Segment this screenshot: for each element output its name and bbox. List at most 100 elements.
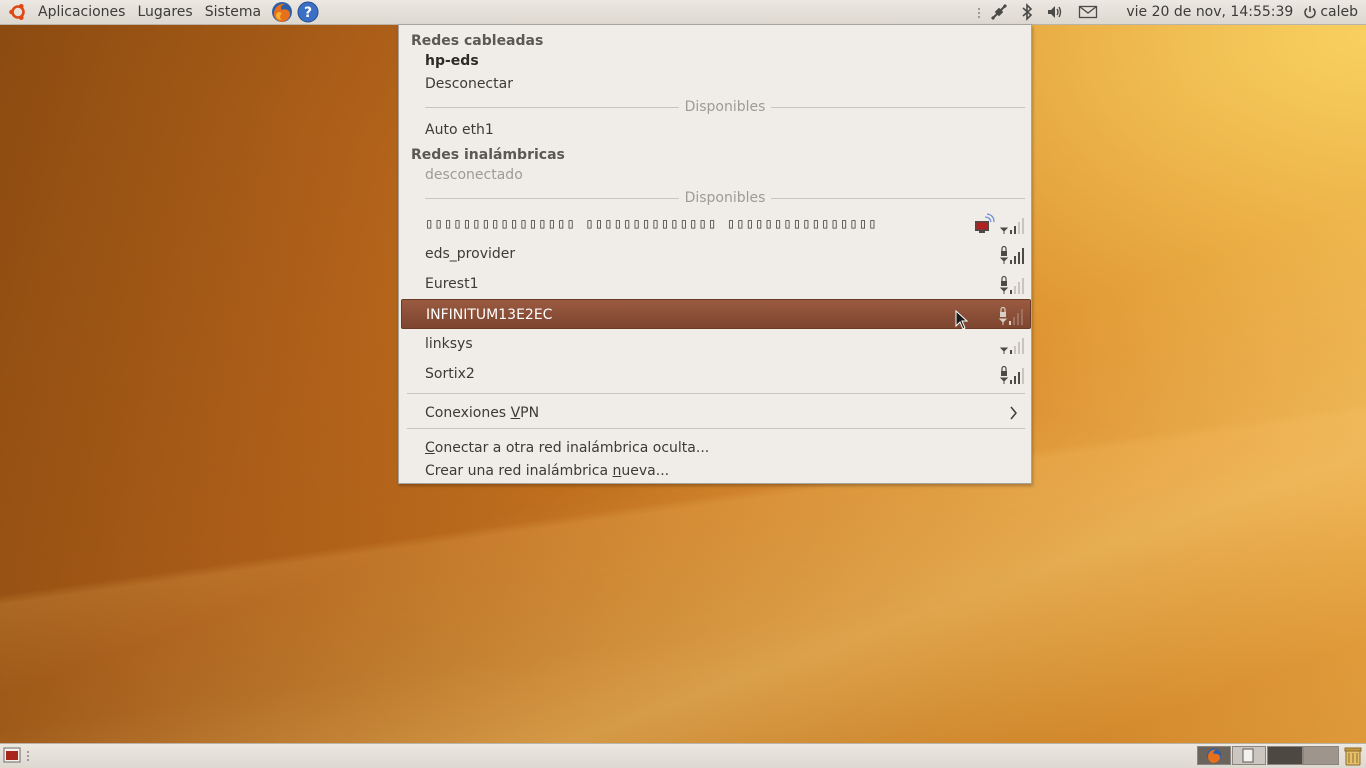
signal-bar: [1018, 342, 1020, 354]
ubuntu-logo-icon[interactable]: [8, 2, 28, 22]
signal-bar: [1017, 313, 1019, 325]
connect-hidden-network-item[interactable]: Conectar a otra red inalámbrica oculta..…: [425, 439, 709, 457]
menu-aplicaciones[interactable]: Aplicaciones: [32, 1, 131, 23]
workspace-1[interactable]: [1197, 746, 1231, 765]
signal-bar: [1014, 256, 1016, 264]
signal-bar: [1010, 350, 1012, 354]
signal-bar: [1022, 368, 1024, 384]
wireless-available-label: Disponibles: [684, 190, 766, 206]
wired-active-connection[interactable]: hp-eds: [425, 52, 479, 70]
signal-bar: [1010, 380, 1012, 384]
signal-bar: [1013, 317, 1015, 325]
signal-strength-icon: [999, 218, 1024, 234]
hidden-label-mnemonic: C: [425, 440, 435, 456]
signal-bar: [1014, 286, 1016, 294]
signal-bar: [1009, 321, 1011, 325]
lock-icon: [1000, 306, 1006, 312]
disconnect-item[interactable]: Desconectar: [425, 75, 513, 93]
menu-sistema[interactable]: Sistema: [199, 1, 267, 23]
signal-bar: [1014, 376, 1016, 384]
antenna-icon: [999, 287, 1009, 294]
firefox-window-icon: [1207, 748, 1221, 763]
system-tray: vie 20 de nov, 14:55:39 caleb: [973, 0, 1366, 24]
chevron-right-icon: [1009, 404, 1019, 427]
lock-icon: [1001, 365, 1007, 371]
network-wired-icon[interactable]: [988, 1, 1010, 23]
mouse-cursor-icon: [955, 310, 969, 330]
signal-bar: [1010, 290, 1012, 294]
trash-icon[interactable]: [1342, 745, 1364, 767]
menu-divider: [407, 428, 1025, 429]
vpn-label-mnemonic: V: [510, 405, 521, 421]
signal-strength-icon: [998, 306, 1023, 325]
wireless-status: desconectado: [425, 167, 523, 183]
menu-lugares[interactable]: Lugares: [131, 1, 198, 23]
network-menu: Redes cableadas hp-eds Desconectar Dispo…: [398, 24, 1032, 484]
create-wireless-network-item[interactable]: Crear una red inalámbrica nueva...: [425, 462, 669, 480]
signal-strength-icon: [999, 245, 1024, 264]
bottom-panel: [0, 743, 1366, 768]
antenna-icon: [999, 377, 1009, 384]
svg-text:?: ?: [304, 5, 312, 21]
top-panel: Aplicaciones Lugares Sistema ? vie 20 de…: [0, 0, 1366, 25]
wireless-networks-header: Redes inalámbricas: [411, 147, 565, 163]
clock[interactable]: vie 20 de nov, 14:55:39: [1126, 4, 1293, 20]
network-name: eds_provider: [425, 246, 516, 262]
signal-bar: [1010, 260, 1012, 264]
antenna-icon: [999, 347, 1009, 354]
help-launcher-icon[interactable]: ?: [297, 1, 319, 23]
user-name: caleb: [1320, 4, 1358, 20]
wifi-network-item-selected[interactable]: INFINITUM13E2EC: [401, 299, 1031, 329]
show-desktop-icon[interactable]: [3, 747, 21, 763]
wireless-available-separator: Disponibles: [425, 189, 1025, 207]
wifi-network-item[interactable]: ▯▯▯▯▯▯▯▯▯▯▯▯▯▯▯▯ ▯▯▯▯▯▯▯▯▯▯▯▯▯▯ ▯▯▯▯▯▯▯▯…: [401, 209, 1031, 239]
wifi-network-item[interactable]: Sortix2: [401, 359, 1031, 389]
network-name: linksys: [425, 336, 473, 352]
adhoc-computer-icon: [973, 213, 995, 239]
vpn-label-post: PN: [520, 405, 540, 421]
signal-bar: [1022, 218, 1024, 234]
wired-available-separator: Disponibles: [425, 98, 1025, 116]
workspace-2[interactable]: [1232, 746, 1266, 765]
network-name: Sortix2: [425, 366, 475, 382]
vpn-connections-item[interactable]: Conexiones VPN: [425, 404, 1025, 422]
lock-icon: [1001, 371, 1007, 376]
signal-strength-icon: [999, 338, 1024, 354]
signal-bar: [1014, 346, 1016, 354]
signal-bar: [1018, 282, 1020, 294]
signal-bar: [1018, 222, 1020, 234]
available-label: Disponibles: [684, 99, 766, 115]
signal-bar: [1022, 278, 1024, 294]
bluetooth-icon[interactable]: [1016, 1, 1038, 23]
vpn-label-pre: Conexiones: [425, 405, 511, 421]
user-menu[interactable]: caleb: [1303, 4, 1358, 20]
wifi-network-item[interactable]: eds_provider: [401, 239, 1031, 269]
workspace-3[interactable]: [1267, 746, 1303, 765]
network-name: ▯▯▯▯▯▯▯▯▯▯▯▯▯▯▯▯ ▯▯▯▯▯▯▯▯▯▯▯▯▯▯ ▯▯▯▯▯▯▯▯…: [425, 216, 878, 232]
antenna-icon: [998, 318, 1008, 325]
signal-strength-icon: [999, 275, 1024, 294]
volume-icon[interactable]: [1044, 1, 1066, 23]
menu-divider: [407, 393, 1025, 394]
notification-grip-icon: [976, 1, 982, 23]
mail-icon[interactable]: [1077, 1, 1099, 23]
workspace-4[interactable]: [1303, 746, 1339, 765]
network-name: Eurest1: [425, 276, 479, 292]
wifi-network-item[interactable]: linksys: [401, 329, 1031, 359]
lock-icon: [1001, 251, 1007, 256]
signal-bar: [1018, 372, 1020, 384]
antenna-icon: [999, 257, 1009, 264]
wired-connection-auto-eth1[interactable]: Auto eth1: [425, 121, 494, 139]
signal-bar: [1014, 226, 1016, 234]
signal-bar: [1018, 252, 1020, 264]
signal-bar: [1010, 230, 1012, 234]
window-thumbnail-icon: [1242, 748, 1254, 763]
lock-icon: [1001, 275, 1007, 281]
hidden-label-post: onectar a otra red inalámbrica oculta...: [434, 440, 710, 456]
firefox-launcher-icon[interactable]: [271, 1, 293, 23]
network-name: INFINITUM13E2EC: [426, 307, 553, 323]
lock-icon: [1000, 312, 1006, 317]
create-label-pre: Crear una red inalámbrica: [425, 463, 613, 479]
wifi-network-item[interactable]: Eurest1: [401, 269, 1031, 299]
signal-bar: [1021, 309, 1023, 325]
